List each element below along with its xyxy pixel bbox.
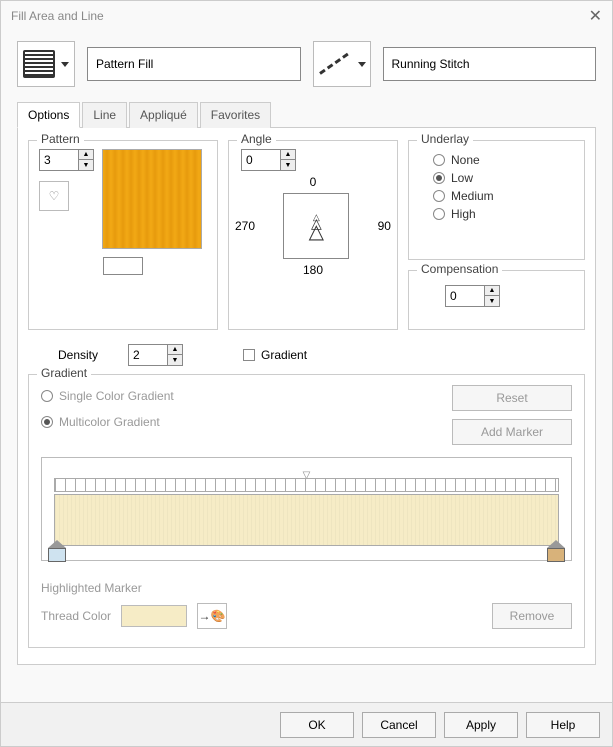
angle-dial[interactable]: △△△	[283, 193, 349, 259]
compensation-group: Compensation ▲▼	[408, 270, 585, 330]
radio-icon	[433, 190, 445, 202]
radio-icon	[433, 172, 445, 184]
angle-indicator-icon: △△△	[296, 215, 336, 237]
line-type-select[interactable]: Running Stitch	[383, 47, 597, 81]
fill-type-select[interactable]: Pattern Fill	[87, 47, 301, 81]
compensation-spinner[interactable]: ▲▼	[445, 285, 574, 307]
density-spinner[interactable]: ▲▼	[128, 344, 183, 366]
checkbox-icon	[243, 349, 255, 361]
angle-group: Angle ▲▼ 0 270 △△△ 90	[228, 140, 398, 330]
ok-button[interactable]: OK	[280, 712, 354, 738]
line-type-icon-dropdown[interactable]	[313, 41, 371, 87]
gradient-single-radio: Single Color Gradient	[41, 389, 174, 403]
tab-line[interactable]: Line	[82, 102, 127, 128]
fill-type-value: Pattern Fill	[96, 57, 153, 71]
underlay-low[interactable]: Low	[433, 171, 574, 185]
angle-spin-buttons[interactable]: ▲▼	[281, 149, 296, 171]
density-spin-buttons[interactable]: ▲▼	[168, 344, 183, 366]
pattern-spin-buttons[interactable]: ▲▼	[79, 149, 94, 171]
pattern-spinner[interactable]: ▲▼	[39, 149, 94, 171]
thread-color-picker-button: →🎨	[197, 603, 227, 629]
thread-color-label: Thread Color	[41, 609, 111, 623]
density-label: Density	[58, 348, 98, 362]
underlay-none[interactable]: None	[433, 153, 574, 167]
tabs: Options Line Appliqué Favorites	[17, 101, 596, 128]
gradient-marker-start[interactable]	[48, 540, 66, 566]
angle-right-label: 90	[378, 219, 391, 233]
arrow-right-icon: →	[199, 609, 211, 623]
remove-marker-button: Remove	[492, 603, 572, 629]
tab-applique[interactable]: Appliqué	[129, 102, 198, 128]
pattern-dropdown-button[interactable]	[103, 257, 143, 275]
compensation-spin-buttons[interactable]: ▲▼	[485, 285, 500, 307]
angle-left-label: 270	[235, 219, 255, 233]
radio-icon	[41, 390, 53, 402]
angle-label: Angle	[237, 132, 276, 146]
gradient-editor: ▽	[41, 457, 572, 561]
compensation-label: Compensation	[417, 262, 502, 276]
titlebar: Fill Area and Line ✕	[1, 1, 612, 31]
gradient-checkbox[interactable]: Gradient	[243, 348, 307, 362]
chevron-down-icon	[358, 62, 366, 67]
pattern-preview-swatch	[102, 149, 202, 249]
angle-spinner[interactable]: ▲▼	[241, 149, 391, 171]
help-button[interactable]: Help	[526, 712, 600, 738]
pattern-label: Pattern	[37, 132, 84, 146]
angle-bottom-label: 180	[235, 263, 391, 277]
reset-button: Reset	[452, 385, 572, 411]
underlay-medium[interactable]: Medium	[433, 189, 574, 203]
angle-top-label: 0	[235, 175, 391, 189]
pattern-fill-icon	[23, 50, 55, 78]
highlighted-marker-label: Highlighted Marker	[41, 581, 572, 595]
tab-options[interactable]: Options	[17, 102, 80, 128]
radio-icon	[41, 416, 53, 428]
close-icon[interactable]: ✕	[589, 6, 602, 26]
density-input[interactable]	[128, 344, 168, 366]
line-type-value: Running Stitch	[392, 57, 470, 71]
cancel-button[interactable]: Cancel	[362, 712, 436, 738]
running-stitch-icon	[318, 50, 352, 78]
add-marker-button: Add Marker	[452, 419, 572, 445]
angle-input[interactable]	[241, 149, 281, 171]
gradient-marker-end[interactable]	[547, 540, 565, 566]
radio-icon	[433, 154, 445, 166]
heart-icon: ♡	[49, 189, 60, 203]
compensation-input[interactable]	[445, 285, 485, 307]
radio-icon	[433, 208, 445, 220]
gradient-label: Gradient	[37, 366, 91, 380]
gradient-multi-radio: Multicolor Gradient	[41, 415, 174, 429]
palette-icon: 🎨	[211, 609, 226, 623]
dialog-title: Fill Area and Line	[11, 9, 104, 23]
fill-type-icon-dropdown[interactable]	[17, 41, 75, 87]
thread-color-swatch	[121, 605, 187, 627]
options-panel: Pattern ▲▼ ♡	[17, 128, 596, 665]
tab-favorites[interactable]: Favorites	[200, 102, 271, 128]
underlay-high[interactable]: High	[433, 207, 574, 221]
pattern-group: Pattern ▲▼ ♡	[28, 140, 218, 330]
underlay-group: Underlay None Low Medium High	[408, 140, 585, 260]
pattern-input[interactable]	[39, 149, 79, 171]
favorite-button[interactable]: ♡	[39, 181, 69, 211]
fill-area-line-dialog: Fill Area and Line ✕ Pattern Fill Runnin…	[0, 0, 613, 747]
gradient-ruler[interactable]	[54, 478, 559, 492]
apply-button[interactable]: Apply	[444, 712, 518, 738]
gradient-bar[interactable]	[54, 494, 559, 546]
underlay-label: Underlay	[417, 132, 473, 146]
gradient-group: Gradient Single Color Gradient Multicolo…	[28, 374, 585, 648]
chevron-down-icon	[61, 62, 69, 67]
dialog-footer: OK Cancel Apply Help	[1, 702, 612, 746]
